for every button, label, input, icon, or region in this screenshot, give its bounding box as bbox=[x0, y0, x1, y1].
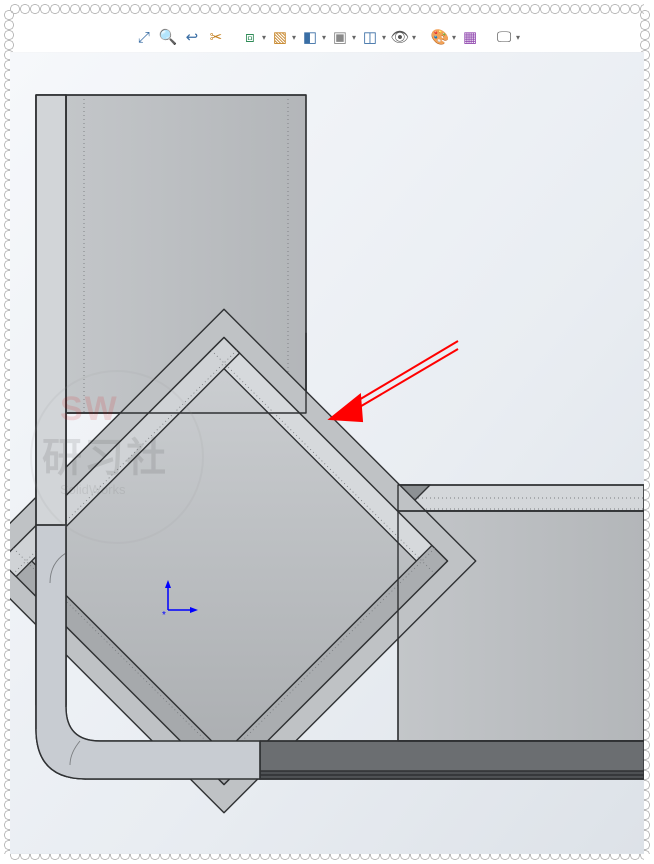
display-style-icon[interactable]: ▧ bbox=[270, 27, 290, 47]
view-orient-icon-dropdown[interactable]: ▾ bbox=[262, 33, 266, 42]
view-toolbar: ⤢🔍↩✂⧈▾▧▾◧▾▣▾◫▾👁▾🎨▾▦🖵▾ bbox=[10, 22, 644, 52]
graphics-viewport[interactable] bbox=[10, 52, 644, 854]
appearance-color-icon-dropdown[interactable]: ▾ bbox=[452, 33, 456, 42]
appearance-color-icon[interactable]: 🎨 bbox=[430, 27, 450, 47]
hide-show-icon[interactable]: ◧ bbox=[300, 27, 320, 47]
zoom-area-icon[interactable]: 🔍 bbox=[158, 27, 178, 47]
display-pane-icon[interactable]: 🖵 bbox=[494, 27, 514, 47]
view-orient-icon[interactable]: ⧈ bbox=[240, 27, 260, 47]
zoom-to-fit-icon[interactable]: ⤢ bbox=[134, 27, 154, 47]
previous-view-icon[interactable]: ↩ bbox=[182, 27, 202, 47]
apply-scene-icon[interactable]: ◫ bbox=[360, 27, 380, 47]
display-style-icon-dropdown[interactable]: ▾ bbox=[292, 33, 296, 42]
model-canvas bbox=[10, 52, 644, 854]
view-settings-icon[interactable]: 👁 bbox=[390, 27, 410, 47]
hide-show-icon-dropdown[interactable]: ▾ bbox=[322, 33, 326, 42]
section-view-icon[interactable]: ✂ bbox=[206, 27, 226, 47]
view-settings-icon-dropdown[interactable]: ▾ bbox=[412, 33, 416, 42]
display-pane-icon-dropdown[interactable]: ▾ bbox=[516, 33, 520, 42]
edit-appearance-icon-dropdown[interactable]: ▾ bbox=[352, 33, 356, 42]
render-tools-icon[interactable]: ▦ bbox=[460, 27, 480, 47]
edit-appearance-icon[interactable]: ▣ bbox=[330, 27, 350, 47]
apply-scene-icon-dropdown[interactable]: ▾ bbox=[382, 33, 386, 42]
app-frame: ⤢🔍↩✂⧈▾▧▾◧▾▣▾◫▾👁▾🎨▾▦🖵▾ bbox=[10, 10, 644, 854]
